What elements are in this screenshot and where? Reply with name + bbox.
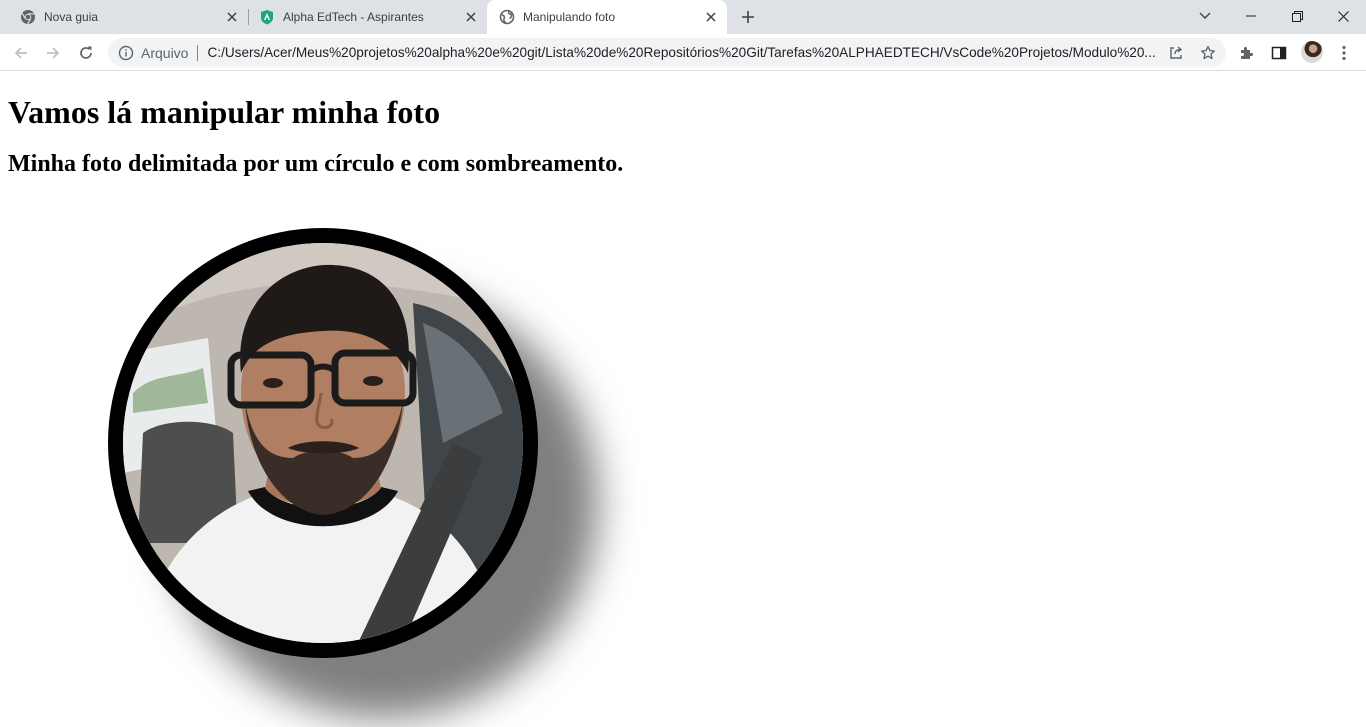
restore-icon: [1291, 10, 1303, 22]
minimize-icon: [1246, 11, 1256, 21]
close-icon[interactable]: [224, 9, 240, 25]
arrow-right-icon: [45, 45, 61, 61]
profile-photo-frame: [108, 228, 538, 658]
close-icon[interactable]: [463, 9, 479, 25]
more-vertical-icon: [1342, 45, 1346, 61]
extensions-button[interactable]: [1233, 39, 1261, 67]
omnibox-divider: [197, 44, 199, 61]
minimize-button[interactable]: [1228, 0, 1274, 32]
tab-strip: Nova guia Alpha EdTech - Aspirantes Mani…: [0, 0, 1366, 34]
profile-photo: [123, 243, 523, 643]
tab-title: Manipulando foto: [523, 10, 616, 24]
arrow-left-icon: [13, 45, 29, 61]
profile-avatar[interactable]: [1301, 41, 1323, 63]
chrome-icon: [20, 9, 36, 25]
star-icon[interactable]: [1200, 45, 1216, 61]
share-icon[interactable]: [1168, 45, 1184, 61]
reload-icon: [78, 45, 94, 61]
tab-search-button[interactable]: [1182, 0, 1228, 32]
menu-button[interactable]: [1330, 39, 1358, 67]
reload-button[interactable]: [72, 39, 100, 67]
tab-title: Alpha EdTech - Aspirantes: [283, 10, 424, 24]
new-tab-button[interactable]: [737, 6, 759, 28]
browser-toolbar: Arquivo C:/Users/Acer/Meus%20projetos%20…: [0, 34, 1366, 71]
address-bar[interactable]: Arquivo C:/Users/Acer/Meus%20projetos%20…: [108, 38, 1226, 67]
chevron-down-icon: [1199, 12, 1211, 20]
page-subtitle: Minha foto delimitada por um círculo e c…: [8, 151, 624, 177]
side-panel-icon: [1271, 45, 1287, 61]
restore-button[interactable]: [1274, 0, 1320, 32]
globe-icon: [499, 9, 515, 25]
tab-alpha-edtech[interactable]: Alpha EdTech - Aspirantes: [239, 0, 487, 34]
close-icon[interactable]: [703, 9, 719, 25]
plus-icon: [741, 10, 755, 24]
close-window-button[interactable]: [1320, 0, 1366, 32]
alpha-edtech-icon: [259, 9, 275, 25]
url-text[interactable]: C:/Users/Acer/Meus%20projetos%20alpha%20…: [207, 45, 1157, 60]
tab-nova-guia[interactable]: Nova guia: [0, 0, 248, 34]
file-scheme-label: Arquivo: [141, 44, 189, 61]
puzzle-icon: [1239, 45, 1255, 61]
forward-button[interactable]: [39, 39, 67, 67]
side-panel-button[interactable]: [1265, 39, 1293, 67]
close-icon: [1337, 10, 1349, 22]
tab-manipulando-foto[interactable]: Manipulando foto: [487, 0, 727, 34]
tab-title: Nova guia: [44, 10, 99, 24]
page-title: Vamos lá manipular minha foto: [8, 94, 441, 130]
info-icon[interactable]: [118, 45, 134, 61]
back-button[interactable]: [7, 39, 35, 67]
